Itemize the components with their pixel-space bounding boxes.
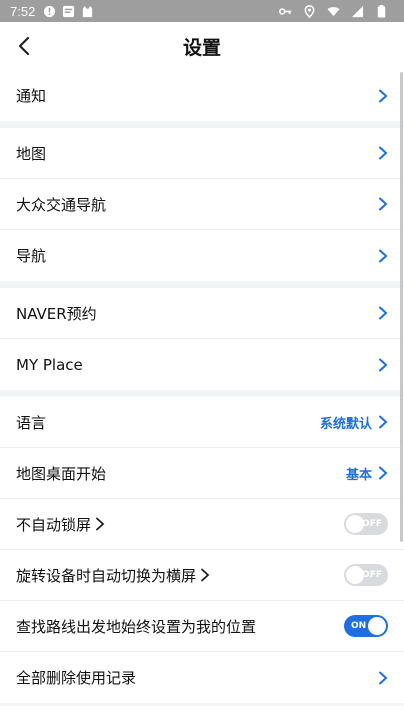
signal-icon <box>351 5 364 17</box>
setting-start-location-label: 查找路线出发地始终设置为我的位置 <box>16 617 257 636</box>
toggle-state-text: OFF <box>362 519 382 529</box>
start-location-toggle[interactable]: ON <box>344 615 388 637</box>
setting-map-label: 地图 <box>16 144 47 163</box>
status-icons <box>279 4 394 18</box>
notification-icon <box>44 5 56 17</box>
vpn-key-icon <box>279 7 292 15</box>
settings-group-navigation: 地图 大众交通导航 导航 <box>0 128 404 281</box>
setting-no-auto-lock: 不自动锁屏 OFF <box>0 499 404 550</box>
cat-app-icon <box>83 5 93 17</box>
status-time: 7:52 <box>10 3 36 19</box>
setting-navigation[interactable]: 导航 <box>0 230 404 281</box>
chevron-right-icon[interactable] <box>95 517 105 531</box>
setting-notify-label: 通知 <box>16 87 47 105</box>
setting-language-label: 语言 <box>16 413 47 432</box>
settings-group-general: 语言 系统默认 地图桌面开始 基本 不自动锁屏 OFF 旋转设备时自动切换为横屏… <box>0 397 404 703</box>
setting-naver-booking[interactable]: NAVER预约 <box>0 288 404 339</box>
settings-list[interactable]: 通知 地图 大众交通导航 导航 NAVER预约 MY Place 语言 系统默认… <box>0 70 404 720</box>
settings-group-naver: NAVER预约 MY Place <box>0 288 404 390</box>
toggle-state-text: OFF <box>362 570 382 580</box>
setting-notify[interactable]: 通知 <box>0 70 404 121</box>
setting-my-place-label: MY Place <box>16 355 83 374</box>
chevron-right-icon <box>379 358 388 371</box>
setting-my-place[interactable]: MY Place <box>0 339 404 390</box>
app-header: 设置 <box>0 22 404 70</box>
setting-naver-booking-label: NAVER预约 <box>16 304 97 323</box>
setting-language-value: 系统默认 <box>319 416 372 432</box>
setting-no-auto-lock-label[interactable]: 不自动锁屏 <box>16 514 91 535</box>
toggle-knob <box>368 617 386 635</box>
setting-language[interactable]: 语言 系统默认 <box>0 397 404 448</box>
settings-group-notify: 通知 <box>0 70 404 121</box>
app-notification-icon <box>63 5 75 17</box>
setting-map-start[interactable]: 地图桌面开始 基本 <box>0 448 404 499</box>
setting-delete-history[interactable]: 全部删除使用记录 <box>0 652 404 703</box>
chevron-right-icon <box>379 146 388 160</box>
setting-map-start-value: 基本 <box>345 467 372 483</box>
setting-delete-history-label: 全部删除使用记录 <box>16 669 137 687</box>
setting-start-location: 查找路线出发地始终设置为我的位置 ON <box>0 601 404 652</box>
next-group-edge <box>0 706 404 720</box>
no-auto-lock-toggle[interactable]: OFF <box>344 513 388 535</box>
scrollbar[interactable] <box>400 72 403 542</box>
setting-transit-navigation-label: 大众交通导航 <box>16 195 107 214</box>
chevron-right-icon <box>379 89 388 102</box>
chevron-right-icon <box>379 197 388 211</box>
back-arrow-icon <box>18 36 30 56</box>
page-title: 设置 <box>182 36 221 59</box>
wifi-icon <box>327 6 340 16</box>
chevron-right-icon <box>379 249 388 262</box>
setting-navigation-label: 导航 <box>16 247 47 265</box>
setting-map[interactable]: 地图 <box>0 128 404 179</box>
chevron-right-icon[interactable] <box>200 568 210 582</box>
chevron-right-icon <box>379 466 388 480</box>
toggle-state-text: ON <box>351 621 367 631</box>
status-bar: 7:52 <box>0 0 404 22</box>
setting-map-start-label: 地图桌面开始 <box>16 464 107 483</box>
setting-transit-navigation[interactable]: 大众交通导航 <box>0 179 404 230</box>
chevron-right-icon <box>379 671 388 684</box>
setting-auto-rotate: 旋转设备时自动切换为横屏 OFF <box>0 550 404 601</box>
setting-auto-rotate-label[interactable]: 旋转设备时自动切换为横屏 <box>16 565 196 586</box>
back-button[interactable] <box>10 32 38 60</box>
chevron-right-icon <box>379 306 388 320</box>
location-icon <box>304 4 315 18</box>
auto-rotate-toggle[interactable]: OFF <box>344 564 388 586</box>
battery-icon <box>377 4 386 18</box>
chevron-right-icon <box>379 415 388 429</box>
